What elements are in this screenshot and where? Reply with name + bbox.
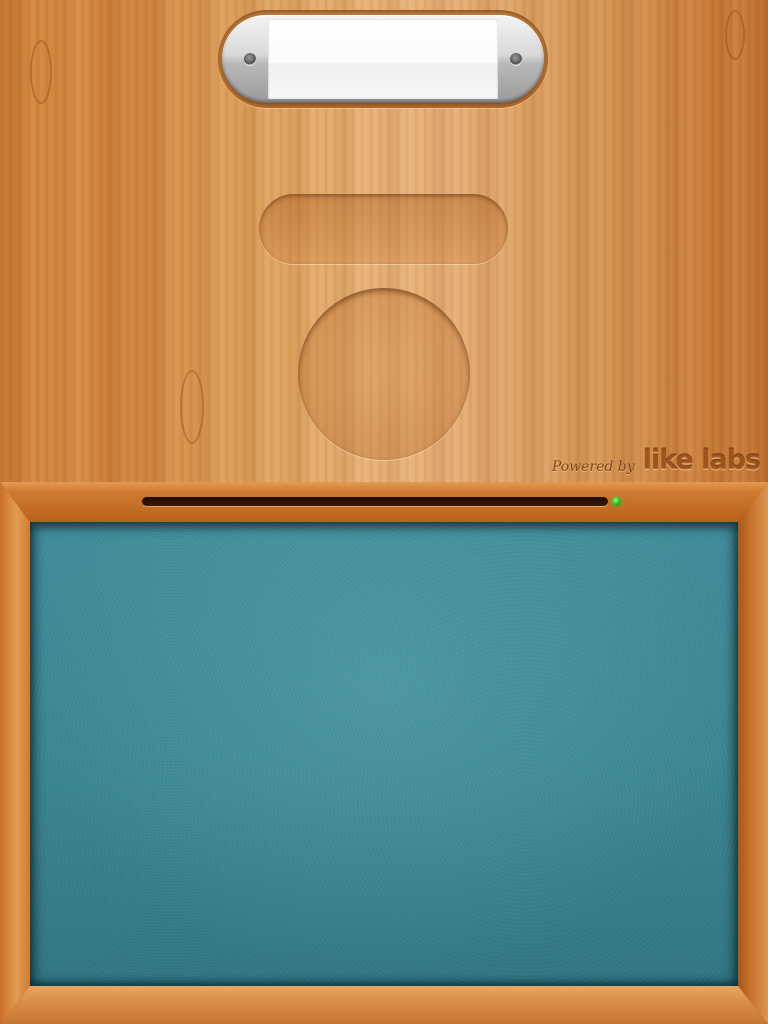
wood-grain-knot [30, 40, 52, 104]
powered-by-text: Powered by [551, 459, 635, 475]
drawer-tray [0, 482, 768, 1024]
powered-by-badge: Powered by like labs [551, 445, 761, 476]
status-led-icon [612, 497, 621, 506]
brand-logo: like labs [642, 445, 761, 476]
recessed-pill-slot[interactable] [259, 194, 508, 264]
frame-bottom [0, 986, 768, 1024]
wood-grain-knot [725, 10, 745, 60]
app-root: Powered by like labs [0, 0, 768, 1024]
label-holder[interactable] [218, 10, 548, 108]
card-slot[interactable] [142, 497, 608, 506]
rivet-right-icon [510, 53, 522, 65]
rivet-left-icon [244, 53, 256, 65]
felt-surface[interactable] [30, 522, 738, 986]
wood-panel: Powered by like labs [0, 0, 768, 482]
label-metal-frame [222, 15, 544, 103]
recessed-circle-slot[interactable] [298, 288, 470, 460]
frame-right [738, 482, 768, 1024]
frame-top [0, 482, 768, 522]
label-paper[interactable] [268, 19, 498, 99]
wood-grain-knot [180, 370, 204, 444]
frame-left [0, 482, 30, 1024]
felt-texture [30, 522, 738, 986]
